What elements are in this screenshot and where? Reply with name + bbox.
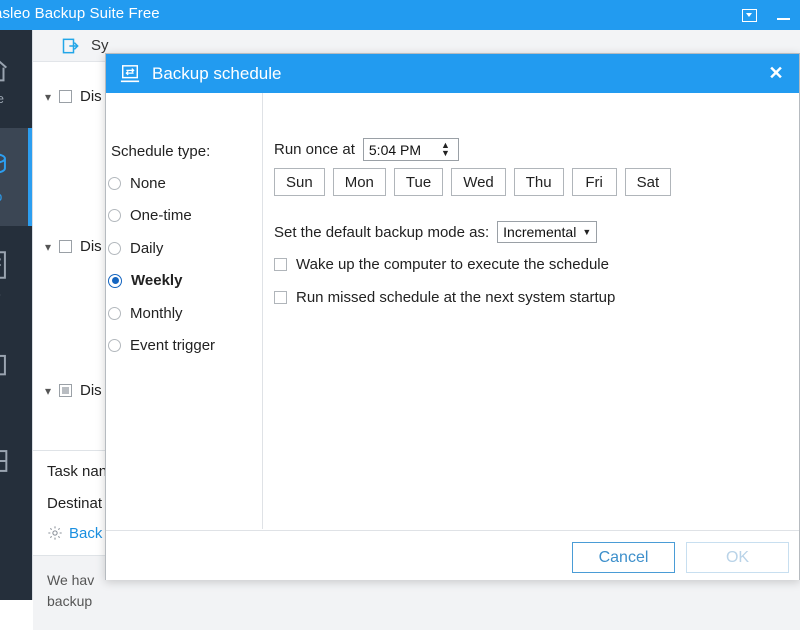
app-title: asleo Backup Suite Free xyxy=(0,5,160,22)
sidebar-item-clone[interactable]: e xyxy=(0,324,32,422)
checkbox-icon[interactable] xyxy=(274,258,287,271)
wake-up-label: Wake up the computer to execute the sche… xyxy=(296,256,609,273)
destination-label: Destinat xyxy=(47,495,103,512)
dialog-footer: Cancel OK xyxy=(106,530,799,580)
minimize-button[interactable] xyxy=(766,0,800,30)
backup-schedule-dialog: Backup schedule ✕ Schedule type: None On… xyxy=(105,53,800,580)
disk-label: Dis xyxy=(80,238,102,255)
backup-mode-select[interactable]: Incremental ▼ xyxy=(497,221,598,243)
sidebar-item-home[interactable]: me xyxy=(0,30,32,128)
radio-selected-icon xyxy=(108,273,122,288)
clone-icon xyxy=(0,354,6,376)
gear-icon xyxy=(48,526,62,540)
disk-checkbox[interactable] xyxy=(59,90,72,103)
window-controls xyxy=(732,0,800,30)
run-missed-checkbox-row[interactable]: Run missed schedule at the next system s… xyxy=(274,289,615,306)
schedule-type-label: Schedule type: xyxy=(111,143,211,160)
run-once-time-value: 5:04 PM xyxy=(368,141,422,158)
radio-label: Weekly xyxy=(131,272,183,289)
backup-mode-row: Set the default backup mode as: Incremen… xyxy=(274,221,598,243)
radio-label: Event trigger xyxy=(130,337,216,354)
sidebar-item-label: re xyxy=(0,287,1,302)
radio-option-none[interactable]: None xyxy=(108,175,166,192)
weekday-buttons: Sun Mon Tue Wed Thu Fri Sat xyxy=(274,168,679,196)
dialog-titlebar: Backup schedule ✕ xyxy=(106,54,799,93)
radio-option-daily[interactable]: Daily xyxy=(108,240,163,257)
chevron-down-icon[interactable]: ▾ xyxy=(41,384,55,398)
disk-checkbox[interactable] xyxy=(59,384,72,397)
run-once-row: Run once at 5:04 PM ▲ ▼ xyxy=(274,138,459,161)
cancel-button[interactable]: Cancel xyxy=(572,542,675,573)
app-titlebar: asleo Backup Suite Free xyxy=(0,0,800,30)
ok-button[interactable]: OK xyxy=(686,542,789,573)
task-name-label: Task nan xyxy=(47,463,108,480)
radio-icon xyxy=(108,177,121,190)
tools-icon xyxy=(0,450,8,472)
backup-options-link-text: Back xyxy=(69,525,103,542)
run-once-label: Run once at xyxy=(274,141,355,158)
menu-box-button[interactable] xyxy=(732,0,766,30)
system-backup-icon xyxy=(62,38,79,53)
sidebar-item-label: up xyxy=(0,189,2,204)
run-missed-label: Run missed schedule at the next system s… xyxy=(296,289,616,306)
sidebar-item-label: me xyxy=(0,91,5,106)
minimize-icon xyxy=(776,17,790,20)
chevron-down-icon[interactable]: ▾ xyxy=(41,240,55,254)
day-button-wed[interactable]: Wed xyxy=(451,168,506,196)
home-icon xyxy=(0,60,7,82)
sidebar-item-backup[interactable]: up xyxy=(0,128,32,226)
day-button-sun[interactable]: Sun xyxy=(274,168,325,196)
system-backup-label: Sy xyxy=(91,37,109,54)
time-spinner[interactable]: ▲ ▼ xyxy=(441,141,450,158)
backup-options-link[interactable]: Back xyxy=(47,525,102,542)
close-icon[interactable]: ✕ xyxy=(765,63,787,85)
application-window: asleo Backup Suite Free me up xyxy=(0,0,800,630)
dialog-title: Backup schedule xyxy=(152,63,282,83)
backup-mode-label: Set the default backup mode as: xyxy=(274,223,490,241)
disk-label: Dis xyxy=(80,382,102,399)
day-button-tue[interactable]: Tue xyxy=(393,168,444,196)
sidebar-item-restore[interactable]: re xyxy=(0,226,32,324)
radio-label: Daily xyxy=(130,240,164,257)
day-button-thu[interactable]: Thu xyxy=(513,168,564,196)
sidebar-item-tools[interactable]: s xyxy=(0,422,32,520)
spinner-down-icon[interactable]: ▼ xyxy=(441,149,450,158)
chevron-down-icon[interactable]: ▾ xyxy=(41,90,55,104)
restore-document-icon xyxy=(0,251,6,279)
day-button-fri[interactable]: Fri xyxy=(571,168,617,196)
checkbox-icon[interactable] xyxy=(274,291,287,304)
wake-up-checkbox-row[interactable]: Wake up the computer to execute the sche… xyxy=(274,256,609,273)
run-once-time-input[interactable]: 5:04 PM ▲ ▼ xyxy=(362,138,459,161)
table-row[interactable]: ▾ Dis xyxy=(41,382,102,399)
radio-label: None xyxy=(130,175,166,192)
column-divider xyxy=(262,93,263,529)
radio-label: One-time xyxy=(130,207,192,224)
radio-option-event-trigger[interactable]: Event trigger xyxy=(108,337,215,354)
radio-option-weekly[interactable]: Weekly xyxy=(108,272,182,289)
backup-schedule-icon xyxy=(120,64,140,82)
chevron-down-icon: ▼ xyxy=(582,227,592,237)
radio-option-monthly[interactable]: Monthly xyxy=(108,305,183,322)
radio-option-one-time[interactable]: One-time xyxy=(108,207,192,224)
radio-icon xyxy=(108,307,121,320)
backup-database-icon xyxy=(0,153,6,174)
sidebar: me up re e s xyxy=(0,30,32,600)
radio-icon xyxy=(108,209,121,222)
radio-icon xyxy=(108,242,121,255)
table-row[interactable]: ▾ Dis xyxy=(41,88,102,105)
disk-checkbox[interactable] xyxy=(59,240,72,253)
dialog-body: Schedule type: None One-time Daily Weekl… xyxy=(106,93,799,530)
day-button-sat[interactable]: Sat xyxy=(624,168,672,196)
table-row[interactable]: ▾ Dis xyxy=(41,238,102,255)
radio-label: Monthly xyxy=(130,305,183,322)
backup-mode-value: Incremental xyxy=(503,224,577,240)
radio-icon xyxy=(108,339,121,352)
disk-label: Dis xyxy=(80,88,102,105)
day-button-mon[interactable]: Mon xyxy=(332,168,386,196)
menu-box-icon xyxy=(741,8,757,22)
